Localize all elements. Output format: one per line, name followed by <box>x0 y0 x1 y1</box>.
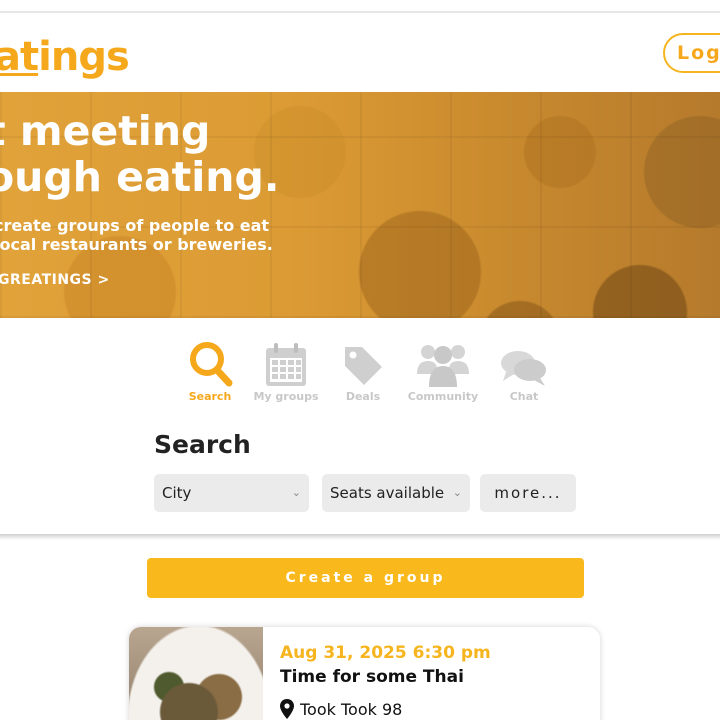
tab-chat-label: Chat <box>509 390 539 403</box>
group-card-location-text: Took Took 98 <box>300 699 403 719</box>
seats-select-value: Seats available <box>330 484 445 502</box>
tab-chat[interactable]: Chat <box>484 338 564 403</box>
hero-subtitle: create groups of people to eat local res… <box>0 216 273 254</box>
hero-title-line-1: t meeting <box>0 107 211 155</box>
tag-icon <box>345 347 382 385</box>
hero-title: t meeting ough eating. <box>0 108 279 200</box>
logo-underlined-text: at <box>0 34 39 80</box>
tab-my-groups-label: My groups <box>253 390 319 403</box>
chat-icon <box>501 351 546 386</box>
panel-divider <box>0 534 720 540</box>
create-group-button[interactable]: Create a group <box>147 558 584 598</box>
tab-community-label: Community <box>407 390 479 403</box>
hero-cta-link[interactable]: GREATINGS > <box>0 272 110 288</box>
group-card-location: Took Took 98 <box>280 698 402 720</box>
chevron-down-icon: ⌄ <box>291 486 301 499</box>
group-card-title: Time for some Thai <box>280 667 464 687</box>
group-card-photo <box>129 627 263 720</box>
feature-tabs: Search My groups Deals Community Chat <box>0 338 720 408</box>
tab-search-label: Search <box>188 390 232 403</box>
map-pin-icon <box>280 699 294 719</box>
app-header: atings Log <box>0 13 720 92</box>
hero-subtitle-line-1: create groups of people to eat <box>0 216 270 235</box>
tab-my-groups[interactable]: My groups <box>246 338 326 403</box>
search-heading: Search <box>154 430 251 459</box>
more-filters-button[interactable]: more... <box>480 474 576 512</box>
tab-deals-label: Deals <box>345 390 381 403</box>
city-select[interactable]: City ⌄ <box>154 474 309 512</box>
city-select-value: City <box>162 484 192 502</box>
logo[interactable]: atings <box>0 34 130 80</box>
hero-title-line-2: ough eating. <box>0 153 280 201</box>
hero-banner: t meeting ough eating. create groups of … <box>0 92 720 318</box>
hero-subtitle-line-2: local restaurants or breweries. <box>0 235 273 254</box>
group-card[interactable]: Aug 31, 2025 6:30 pm Time for some Thai … <box>129 627 600 720</box>
login-button[interactable]: Log <box>663 33 720 73</box>
chevron-down-icon: ⌄ <box>452 486 462 499</box>
people-icon <box>417 345 469 387</box>
tab-search[interactable]: Search <box>170 338 250 403</box>
tab-community[interactable]: Community <box>403 338 483 403</box>
search-icon <box>190 342 233 387</box>
tab-deals[interactable]: Deals <box>323 338 403 403</box>
calendar-icon <box>266 343 306 386</box>
seats-select[interactable]: Seats available ⌄ <box>322 474 470 512</box>
logo-text: ings <box>38 34 130 80</box>
group-card-date: Aug 31, 2025 6:30 pm <box>280 643 491 663</box>
